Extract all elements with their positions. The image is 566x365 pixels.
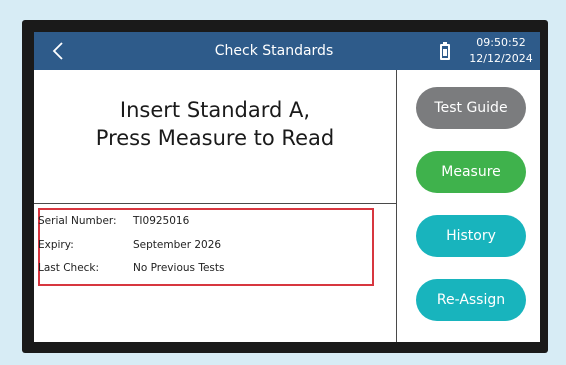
- expiry-value: September 2026: [133, 239, 222, 251]
- back-button[interactable]: [46, 38, 70, 64]
- horizontal-divider: [34, 203, 396, 204]
- instruction-line-1: Insert Standard A,: [119, 98, 311, 122]
- battery-icon: [440, 42, 450, 60]
- instruction-line-2: Press Measure to Read: [95, 126, 335, 150]
- device-frame: Check Standards 09:50:52 12/12/2024 Inse…: [22, 20, 548, 353]
- last-check-row: Last Check: No Previous Tests: [38, 259, 358, 277]
- expiry-label: Expiry:: [38, 239, 74, 251]
- page-title: Check Standards: [214, 43, 334, 59]
- serial-number-label: Serial Number:: [38, 215, 117, 227]
- clock: 09:50:52 12/12/2024: [464, 35, 538, 67]
- last-check-label: Last Check:: [38, 262, 100, 274]
- history-button[interactable]: History: [416, 215, 526, 257]
- clock-date: 12/12/2024: [469, 52, 533, 65]
- last-check-value: No Previous Tests: [133, 262, 225, 274]
- measure-button[interactable]: Measure: [416, 151, 526, 193]
- chevron-left-icon: [52, 42, 63, 60]
- clock-time: 09:50:52: [476, 36, 526, 49]
- expiry-row: Expiry: September 2026: [38, 236, 358, 254]
- serial-number-value: TI0925016: [133, 215, 190, 227]
- serial-number-row: Serial Number: TI0925016: [38, 212, 358, 230]
- vertical-divider: [396, 70, 397, 342]
- test-guide-button[interactable]: Test Guide: [416, 87, 526, 129]
- instruction-text: Insert Standard A, Press Measure to Read: [34, 96, 396, 152]
- header-bar: Check Standards 09:50:52 12/12/2024: [34, 32, 540, 70]
- reassign-button[interactable]: Re-Assign: [416, 279, 526, 321]
- device-screen: Check Standards 09:50:52 12/12/2024 Inse…: [34, 32, 540, 342]
